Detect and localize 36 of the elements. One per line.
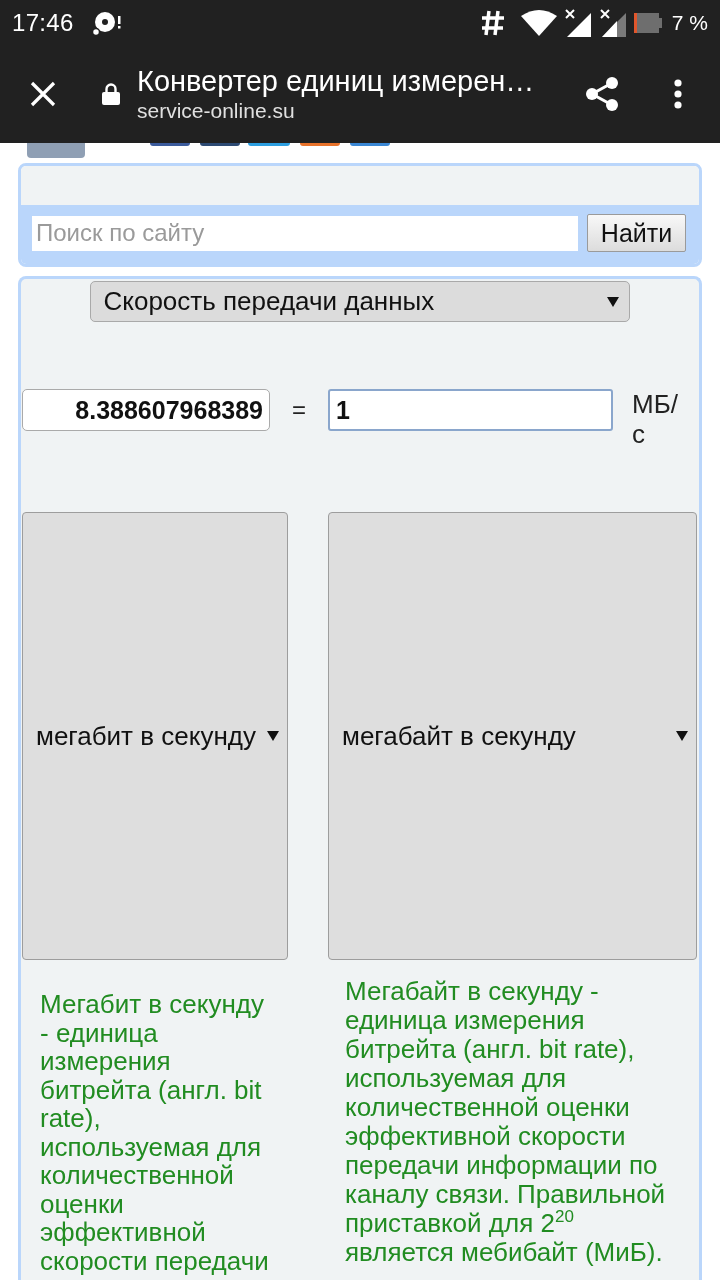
close-icon[interactable] xyxy=(30,81,56,107)
button-edge xyxy=(200,143,240,146)
unit-select-value: мегабайт в секунду xyxy=(342,720,576,752)
category-select[interactable]: Скорость передачи данных xyxy=(89,281,630,322)
lock-icon xyxy=(102,83,120,105)
search-button[interactable]: Найти xyxy=(587,214,686,252)
caret-icon xyxy=(606,295,619,308)
unit-select[interactable]: мегабайт в секунду xyxy=(328,512,697,960)
more-menu-icon[interactable] xyxy=(673,79,683,109)
unit-description: Мегабит в секунду - единица измерения битрейта (англ. bit rate), используемая для количественной оценки эффективной скорости передачи xyxy=(40,990,270,1275)
battery-icon xyxy=(633,10,662,35)
hash-icon xyxy=(480,9,505,36)
button-edge xyxy=(300,143,340,146)
unit-select-value: мегабит в секунду xyxy=(36,720,256,752)
button-edge xyxy=(350,143,390,146)
unit-label: МБ/с xyxy=(632,389,679,449)
search-field[interactable]: Поиск по сайту xyxy=(32,215,578,251)
source-value-field[interactable]: 8.388607968389 xyxy=(22,389,270,431)
equals-sign: = xyxy=(291,395,307,425)
caret-icon xyxy=(676,730,688,742)
tab-edge xyxy=(27,143,85,158)
page-url: service-online.su xyxy=(137,98,296,124)
category-select-value: Скорость передачи данных xyxy=(103,286,435,317)
signal-off-icon xyxy=(599,8,626,37)
page-title: Конвертер единиц измерен… xyxy=(137,64,536,98)
clock: 17:46 xyxy=(12,8,74,37)
wifi-icon xyxy=(520,9,557,36)
unit-select[interactable]: мегабит в секунду xyxy=(22,512,288,960)
button-edge xyxy=(150,143,190,146)
caret-icon xyxy=(267,730,279,742)
share-icon[interactable] xyxy=(585,76,619,112)
unit-description: Мегабайт в секунду - единица измерения битрейта (англ. bit rate), используемая для количественной оценки эффективной скорости передачи информации по каналу связи. Правильной приставкой для 2$^{20}$ является мебибайт (МиБ). xyxy=(345,977,667,1267)
result-value-field[interactable]: 1 xyxy=(328,389,613,431)
button-edge xyxy=(248,143,290,146)
signal-off-icon xyxy=(564,8,591,37)
battery-percent: 7 % xyxy=(671,10,708,35)
